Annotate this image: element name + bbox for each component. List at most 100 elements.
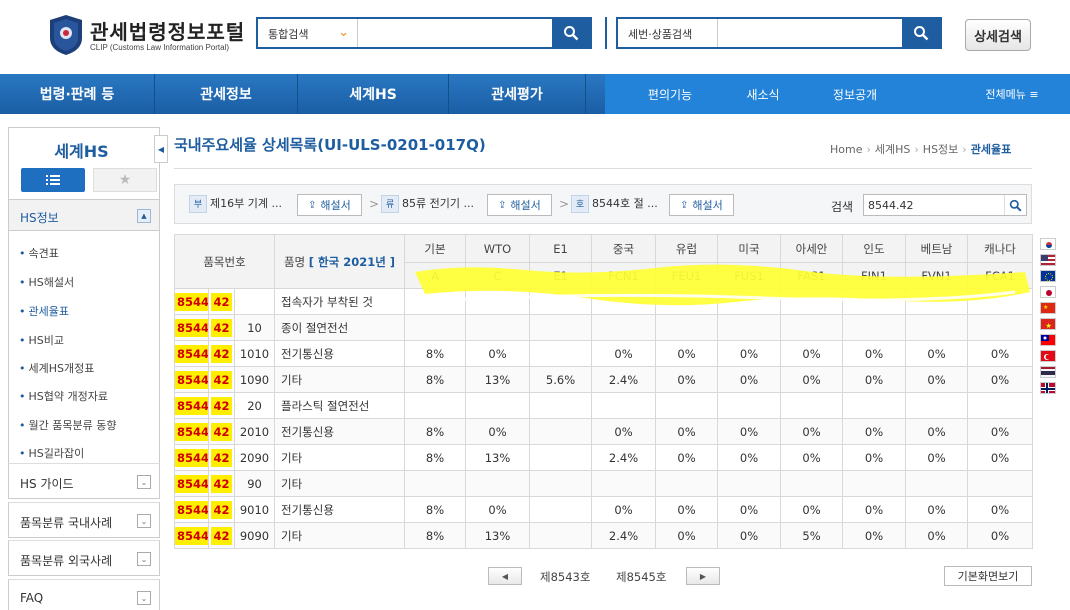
col-header-rate-code[interactable]: A [404,262,467,289]
hs-code-heading[interactable]: 8544 [174,340,209,367]
col-header-rate: 베트남 [905,234,969,263]
integrated-search-input[interactable] [360,21,550,45]
col-header-rate-code[interactable]: FEU1 [655,262,719,289]
nav-item-news[interactable]: 새소식 [718,74,808,114]
collapse-up-icon[interactable]: ▲ [137,209,151,223]
hs-code-heading[interactable]: 8544 [174,392,209,419]
nav-item-valuation[interactable]: 관세평가 [449,74,585,114]
sidebar-item-tariff-schedule[interactable]: 관세율표 [19,297,159,325]
hs-code-subheading[interactable]: 42 [208,470,235,497]
hs-code-suffix[interactable]: 9010 [233,496,276,523]
hs-code-subheading[interactable]: 42 [208,314,235,341]
section-explanatory-button[interactable]: ⇪ 해설서 [297,194,362,216]
hs-code-subheading[interactable]: 42 [208,522,235,549]
col-header-rate-code[interactable]: E1 [529,262,593,289]
hs-code-heading[interactable]: 8544 [174,444,209,471]
hs-code-heading[interactable]: 8544 [174,496,209,523]
hs-code-subheading[interactable]: 42 [208,288,235,315]
hs-code-subheading[interactable]: 42 [208,392,235,419]
norway-flag-icon[interactable] [1040,382,1056,394]
col-header-rate-code[interactable]: FCA1 [967,262,1034,289]
search-scope-select[interactable]: 통합검색 ⌄ [258,19,358,47]
hs-code-heading-text: 8544 [175,370,208,389]
sidebar-tab-favorites[interactable]: ★ [93,168,157,192]
next-heading-button[interactable]: ▶ [686,567,720,585]
filter-search-button[interactable] [1004,195,1026,215]
prev-heading-label[interactable]: 제8543호 [540,569,590,585]
hs-code-suffix[interactable]: 10 [233,314,276,341]
advanced-search-button[interactable]: 상세검색 [965,19,1031,51]
sidebar-item-hs-compare[interactable]: HS비교 [19,326,159,354]
hs-code-search-button[interactable] [902,19,940,47]
col-header-rate-code[interactable]: C [465,262,531,289]
hs-code-heading[interactable]: 8544 [174,314,209,341]
nav-item-customs-info[interactable]: 관세정보 [155,74,297,114]
hs-code-subheading[interactable]: 42 [208,366,235,393]
rate-cell: 5.6% [529,366,593,393]
language-year-selector[interactable]: [ 한국 2021년 ] [309,255,395,269]
japan-flag-icon[interactable] [1040,286,1056,298]
hs-code-heading[interactable]: 8544 [174,522,209,549]
sidebar-group-hs-guide[interactable]: HS 가이드 ⌄ [8,463,160,499]
hs-code-heading[interactable]: 8544 [174,418,209,445]
hs-code-heading[interactable]: 8544 [174,366,209,393]
vietnam-flag-icon[interactable]: ★ [1040,318,1056,330]
sidebar-item-hs-convention[interactable]: HS협약 개정자료 [19,382,159,410]
col-header-rate-code[interactable]: FAS1 [780,262,844,289]
hs-code-heading[interactable]: 8544 [174,470,209,497]
site-logo[interactable]: 관세법령정보포털 CLIP (Customs Law Information P… [48,14,248,58]
korea-flag-icon[interactable] [1040,238,1056,250]
hs-code-subheading[interactable]: 42 [208,496,235,523]
hs-code-search-input[interactable] [720,21,900,45]
nav-item-laws[interactable]: 법령·판례 등 [0,74,154,114]
hs-code-subheading[interactable]: 42 [208,340,235,367]
col-header-rate-code[interactable]: FIN1 [842,262,907,289]
hs-code-suffix[interactable]: 2010 [233,418,276,445]
sidebar-item-quick-table[interactable]: 속견표 [19,239,159,267]
taiwan-flag-icon[interactable] [1040,334,1056,346]
hs-code-suffix[interactable] [233,288,276,315]
nav-item-world-hs[interactable]: 세계HS [298,74,448,114]
col-header-rate-code[interactable]: FVN1 [905,262,969,289]
hs-code-suffix[interactable]: 9090 [233,522,276,549]
breadcrumb-home[interactable]: Home [830,143,862,156]
sidebar-section-hs-info[interactable]: HS정보 ▲ [8,199,160,231]
nav-item-disclosure[interactable]: 정보공개 [810,74,900,114]
next-heading-label[interactable]: 제8545호 [616,569,666,585]
sidebar-tab-menu[interactable] [21,168,85,192]
hs-code-subheading[interactable]: 42 [208,418,235,445]
sidebar-group-foreign-cases[interactable]: 품목분류 외국사례 ⌄ [8,540,160,576]
rate-cell [842,288,907,315]
sidebar-group-domestic-cases[interactable]: 품목분류 국내사례 ⌄ [8,502,160,538]
heading-explanatory-button[interactable]: ⇪ 해설서 [669,194,734,216]
eu-flag-icon[interactable] [1040,270,1056,282]
usa-flag-icon[interactable] [1040,254,1056,266]
sidebar-item-hs-explanatory[interactable]: HS해설서 [19,268,159,296]
hs-code-suffix[interactable]: 20 [233,392,276,419]
sidebar-group-faq[interactable]: FAQ ⌄ [8,579,160,610]
hs-filter-search-input[interactable] [868,197,998,213]
china-flag-icon[interactable]: ★ [1040,302,1056,314]
nav-item-convenience[interactable]: 편의기능 [625,74,715,114]
hs-code-suffix[interactable]: 1090 [233,366,276,393]
sidebar-item-world-hs-revision[interactable]: 세계HS개정표 [19,354,159,382]
thailand-flag-icon[interactable] [1040,366,1056,378]
col-header-rate-code[interactable]: FUS1 [717,262,782,289]
col-header-rate-code[interactable]: FCN1 [591,262,657,289]
integrated-search-button[interactable] [552,19,590,47]
basic-view-button[interactable]: 기본화면보기 [944,566,1032,586]
all-menu-button[interactable]: 전체메뉴 ≡ [962,74,1062,114]
hs-code-suffix[interactable]: 2090 [233,444,276,471]
prev-heading-button[interactable]: ◀ [488,567,522,585]
hs-code-suffix[interactable]: 90 [233,470,276,497]
rate-cell: 8% [404,444,467,471]
hs-code-heading[interactable]: 8544 [174,288,209,315]
turkey-flag-icon[interactable] [1040,350,1056,362]
hs-code-suffix[interactable]: 1010 [233,340,276,367]
breadcrumb-hs-info[interactable]: HS정보 [923,143,959,156]
hs-code-subheading[interactable]: 42 [208,444,235,471]
sidebar-item-monthly-trends[interactable]: 월간 품목분류 동향 [19,411,159,439]
chapter-explanatory-button[interactable]: ⇪ 해설서 [487,194,552,216]
breadcrumb-world-hs[interactable]: 세계HS [875,143,911,156]
sidebar-collapse-toggle[interactable]: ◀ [154,135,168,163]
